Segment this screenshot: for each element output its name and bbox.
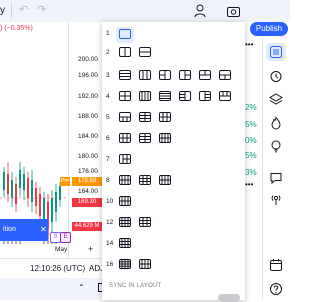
sync-toggle[interactable] (218, 294, 240, 302)
layout-option (139, 70, 151, 80)
toolbar-divider (11, 3, 12, 19)
help-icon[interactable] (269, 282, 283, 296)
last-price-badge: 169.30 (72, 198, 102, 207)
alerts-icon[interactable] (269, 69, 283, 83)
bulb-icon[interactable] (269, 139, 283, 153)
clock-label[interactable]: 12:10:26 (UTC) (30, 264, 85, 273)
flame-icon[interactable] (269, 116, 283, 130)
watchlist-change: 5% (245, 120, 257, 129)
close-icon[interactable]: ✕ (40, 219, 47, 241)
earnings-event-badge[interactable]: E (60, 232, 71, 243)
price-tick: 200.00 (78, 56, 98, 63)
watchlist-change: 0% (245, 136, 257, 145)
watchlist-change: 5% (245, 151, 257, 160)
price-tick: 180.00 (78, 153, 98, 160)
chevron-up-icon[interactable]: ⌃ (78, 283, 85, 292)
layers-icon[interactable] (269, 92, 283, 106)
time-axis-label: May (55, 246, 68, 253)
price-tick: 196.00 (78, 72, 98, 79)
publish-button[interactable]: Publish (250, 22, 288, 36)
premarket-badge: Pre (60, 177, 70, 186)
price-tick: 188.00 (78, 113, 98, 120)
add-icon[interactable]: + (88, 244, 93, 254)
watchlist-change: 2% (245, 103, 257, 112)
user-icon[interactable] (193, 3, 207, 19)
sync-section-label: SYNC IN LAYOUT (109, 283, 162, 289)
more-icon[interactable]: ••• (245, 40, 253, 49)
layout-option (119, 70, 131, 80)
premarket-price-badge: 178.69 (72, 177, 102, 186)
volume-badge: 44.629 M (72, 222, 102, 231)
layout-option (139, 175, 151, 185)
price-tick: 184.00 (78, 133, 98, 140)
price-tick: 192.00 (78, 93, 98, 100)
calendar-icon[interactable] (269, 258, 283, 272)
layout-option (139, 217, 151, 227)
price-tick: 176.00 (78, 168, 98, 175)
watchlist-icon[interactable] (269, 45, 283, 59)
watchlist-change: 3% (245, 168, 257, 177)
price-tick: 164.00 (78, 188, 98, 195)
layout-option (119, 29, 131, 39)
more-icon[interactable]: ••• (245, 180, 253, 189)
broadcast-icon[interactable] (269, 192, 283, 206)
chat-icon[interactable] (269, 171, 283, 185)
camera-icon[interactable] (226, 4, 241, 18)
redo-icon[interactable]: ↷ (37, 3, 46, 16)
layout-grid (119, 29, 231, 269)
undo-icon[interactable]: ↶ (19, 3, 28, 16)
symbol-fragment[interactable]: y (0, 5, 5, 16)
